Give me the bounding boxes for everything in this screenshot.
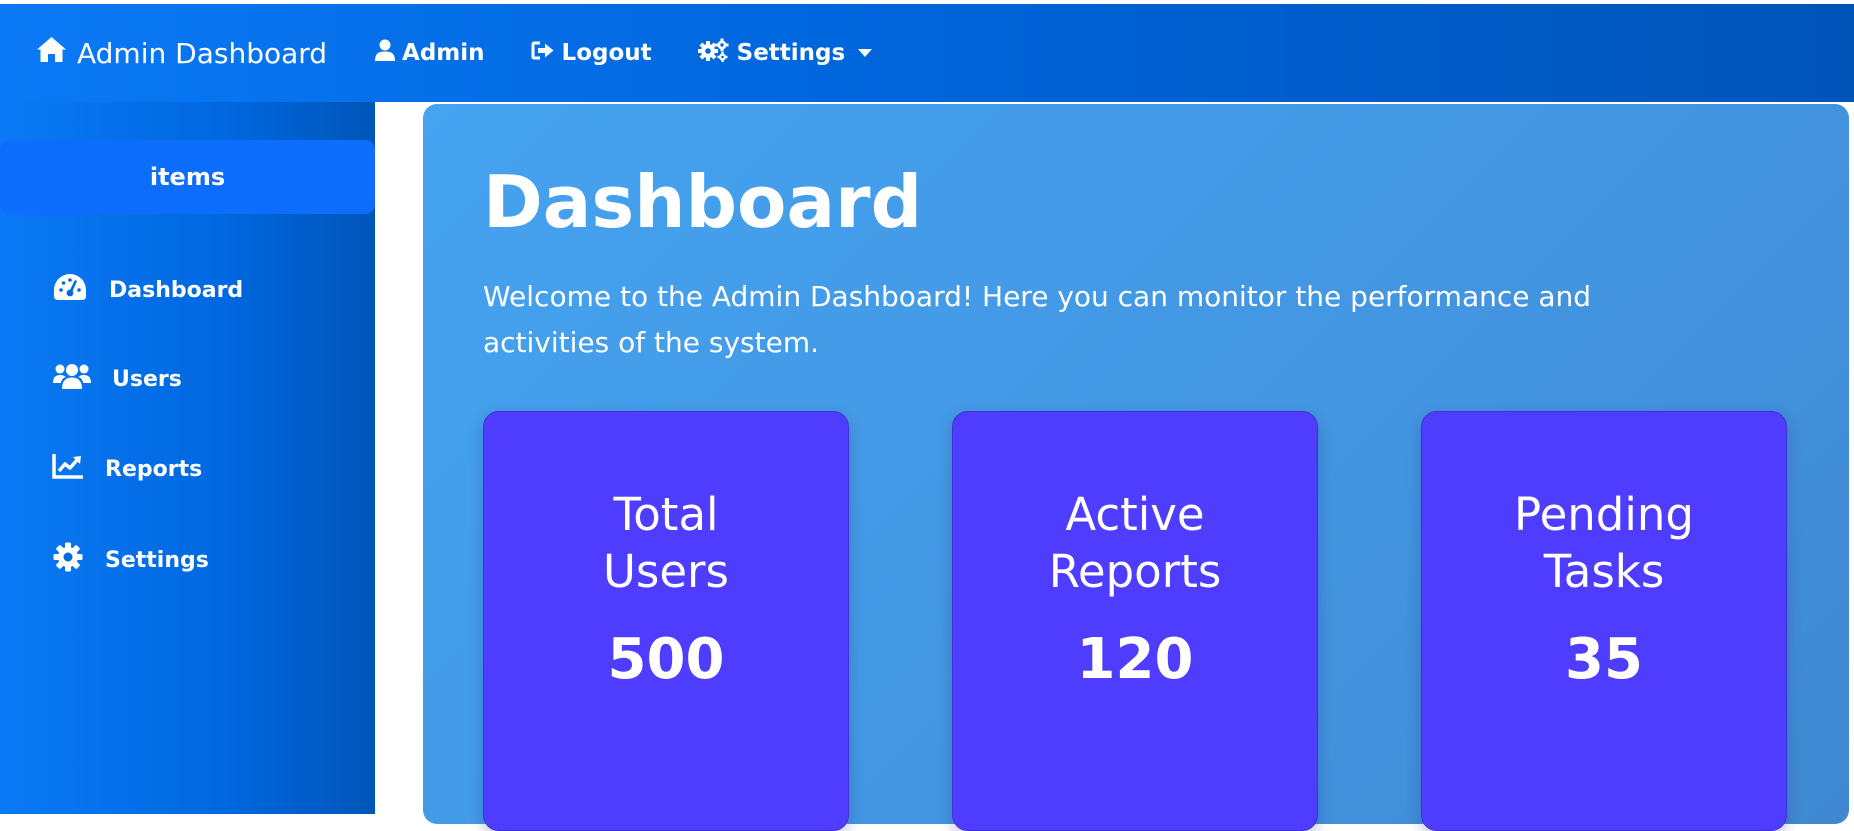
stat-card-active-reports: Active Reports 120 [952, 411, 1318, 831]
sidebar-item-dashboard[interactable]: Dashboard [52, 272, 243, 308]
sidebar-item-label: Reports [105, 456, 203, 482]
sidebar: items Dashboard Users Reports Settings [0, 102, 375, 814]
brand-link[interactable]: Admin Dashboard [36, 36, 327, 70]
stat-card-pending-tasks: Pending Tasks 35 [1421, 411, 1787, 831]
stat-label: Pending Tasks [1514, 488, 1694, 598]
stat-value: 120 [1076, 627, 1194, 692]
caret-down-icon [858, 49, 873, 57]
sidebar-item-label: Settings [105, 547, 209, 573]
nav-admin[interactable]: Admin [375, 39, 485, 68]
nav-settings-dropdown[interactable]: Settings [697, 38, 873, 68]
user-icon [375, 39, 402, 68]
nav-settings-label: Settings [736, 40, 846, 66]
sidebar-item-reports[interactable]: Reports [52, 452, 202, 486]
stat-label: Active Reports [1048, 488, 1222, 598]
gears-icon [697, 38, 737, 68]
page-title: Dashboard [483, 160, 923, 244]
nav-logout-label: Logout [561, 40, 652, 66]
users-icon [52, 362, 92, 396]
content-gutter [375, 102, 423, 814]
nav-logout[interactable]: Logout [531, 40, 652, 67]
main-panel: Dashboard Welcome to the Admin Dashboard… [423, 104, 1849, 831]
stat-label: Total Users [602, 488, 729, 598]
brand-label: Admin Dashboard [77, 36, 328, 70]
welcome-text: Welcome to the Admin Dashboard! Here you… [483, 280, 1592, 359]
dashboard-gauge-icon [52, 272, 88, 308]
stat-card-total-users: Total Users 500 [483, 411, 849, 831]
sidebar-item-settings[interactable]: Settings [52, 542, 209, 578]
sidebar-item-label: Dashboard [109, 277, 244, 303]
sidebar-item-label: Users [112, 366, 182, 392]
sidebar-item-users[interactable]: Users [52, 362, 182, 396]
gear-icon [52, 542, 84, 578]
stat-value: 35 [1565, 627, 1643, 692]
logout-icon [531, 40, 562, 67]
top-navbar: Admin Dashboard Admin Logout Settings [0, 4, 1854, 102]
home-icon [36, 36, 77, 70]
chart-line-icon [52, 452, 84, 486]
nav-admin-label: Admin [402, 40, 485, 66]
stat-value: 500 [607, 627, 725, 692]
sidebar-header: items [0, 140, 375, 214]
